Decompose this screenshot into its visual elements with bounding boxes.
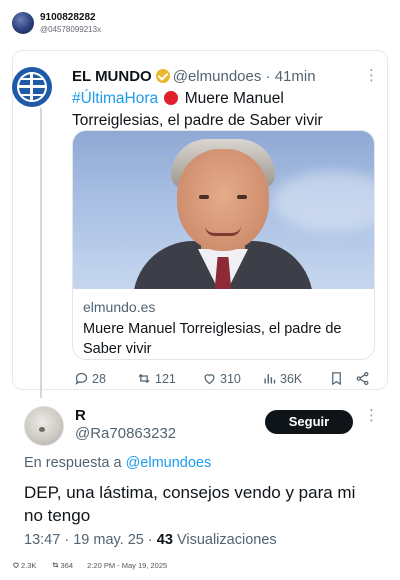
tweet-text: #ÚltimaHora Muere Manuel Torreiglesias, … — [72, 88, 372, 132]
heart-icon — [204, 374, 215, 385]
bookmark-button[interactable] — [329, 370, 347, 388]
reply-date[interactable]: 19 may. 25 — [73, 532, 144, 548]
views-count: 36K — [280, 372, 303, 386]
owner-handle: @04578099213x — [40, 25, 102, 34]
bookmark-icon — [332, 372, 341, 386]
screenshot-header: 9100828282 @04578099213x — [12, 10, 388, 40]
views-button[interactable]: 36K — [262, 370, 302, 388]
reply-author-handle[interactable]: @Ra70863232 — [75, 425, 176, 442]
red-circle-icon — [164, 91, 179, 105]
tweet-more-icon[interactable]: ⋮ — [364, 68, 379, 83]
verified-badge-icon — [155, 69, 170, 83]
reply-views-label: Visualizaciones — [176, 532, 277, 548]
in-reply-prefix: En respuesta a — [24, 455, 122, 471]
follow-button[interactable]: Seguir — [265, 410, 353, 434]
tweet-author-line: EL MUNDO @elmundoes · 41min — [72, 68, 372, 88]
owner-name: 9100828282 — [40, 12, 96, 23]
like-count: 310 — [220, 372, 241, 386]
reply-views-count: 43 — [156, 532, 173, 548]
reply-count: 28 — [92, 372, 106, 386]
footer-retweet-icon — [52, 562, 58, 568]
meta-separator-2: · — [147, 532, 153, 548]
tweet-author-name[interactable]: EL MUNDO — [72, 68, 152, 85]
reply-more-icon[interactable]: ⋮ — [364, 408, 379, 423]
owner-avatar — [12, 12, 34, 34]
footer-stats: 2.3K 364 2:20 PM - May 19, 2025 — [12, 561, 388, 570]
share-icon — [356, 371, 369, 386]
footer-likes: 2.3K — [12, 561, 42, 570]
reply-author-avatar[interactable] — [24, 406, 64, 446]
link-title: Muere Manuel Torreiglesias, el padre de … — [83, 321, 342, 357]
in-reply-mention-link[interactable]: @elmundoes — [126, 455, 212, 471]
tweet-action-bar: 28 121 310 36K — [72, 370, 375, 390]
retweet-count: 121 — [155, 372, 176, 386]
link-domain: elmundo.es — [83, 299, 156, 315]
reply-author-name[interactable]: R — [75, 407, 86, 424]
tweet-separator: · — [265, 68, 271, 85]
reply-time[interactable]: 13:47 — [24, 532, 60, 548]
footer-retweets: 364 — [51, 561, 80, 570]
reply-meta-line: 13:47 · 19 may. 25 · 43 Visualizaciones — [24, 532, 277, 548]
footer-timestamp: 2:20 PM - May 19, 2025 — [87, 561, 168, 570]
like-button[interactable]: 310 — [202, 370, 241, 388]
link-preview-card[interactable]: elmundo.es Muere Manuel Torreiglesias, e… — [72, 130, 375, 360]
tweet-author-handle[interactable]: @elmundoes — [173, 68, 262, 85]
reply-button[interactable]: 28 — [74, 370, 106, 388]
share-button[interactable] — [355, 370, 373, 388]
retweet-button[interactable]: 121 — [136, 370, 176, 388]
tweet-time[interactable]: 41min — [275, 68, 316, 85]
reply-icon — [75, 372, 88, 385]
reply-text: DEP, una lástima, consejos vendo y para … — [24, 483, 356, 525]
meta-separator: · — [64, 532, 70, 548]
thread-connector-line — [40, 108, 42, 398]
retweet-icon — [138, 373, 150, 384]
in-reply-to-line: En respuesta a @elmundoes — [24, 455, 211, 471]
footer-heart-icon — [13, 562, 19, 569]
el-mundo-avatar[interactable] — [12, 67, 52, 107]
views-chart-icon — [264, 374, 276, 384]
article-photo — [73, 131, 374, 289]
hashtag-link[interactable]: #ÚltimaHora — [72, 90, 158, 107]
